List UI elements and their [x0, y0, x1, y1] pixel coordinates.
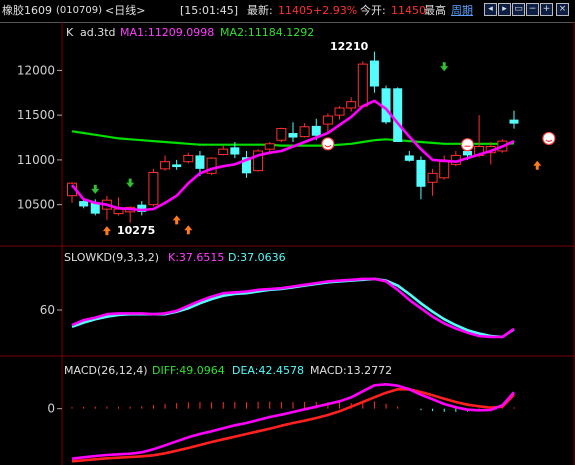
- price-tick-label: 11000: [17, 153, 55, 167]
- buy-arrow-icon: [533, 160, 542, 170]
- kd-label: SLOWKD(9,3,3,2): [64, 251, 160, 264]
- price-tick-label: 12000: [17, 63, 55, 77]
- candle-body-down: [288, 133, 298, 138]
- k-label: K: [66, 26, 74, 39]
- neutral-face-icon: [460, 138, 475, 152]
- candle-body-up: [148, 171, 159, 206]
- kline-chart[interactable]: 10500 11000 11500 12000 60 0: [0, 0, 575, 465]
- candle-body-up: [183, 154, 194, 163]
- candle-body-down: [195, 155, 205, 169]
- kd-lines: [71, 277, 515, 339]
- sell-arrow-icon: [91, 184, 100, 194]
- candle-body-up: [439, 161, 450, 179]
- macd-diff-label: DIFF:49.0964: [152, 364, 225, 377]
- candle-body-up: [264, 143, 275, 150]
- macd-diff-series: [71, 382, 515, 460]
- macd-dea-series: [71, 387, 515, 463]
- signal-markers: [91, 62, 556, 236]
- candle-body-down: [369, 60, 379, 87]
- candle-body-down: [311, 125, 321, 136]
- kd-k-label: K:37.6515: [168, 251, 225, 264]
- high-annotation: 12210: [330, 40, 369, 53]
- buy-arrow-icon: [102, 226, 111, 236]
- candle-body-down: [462, 150, 472, 156]
- candle-body-down: [404, 155, 414, 161]
- candle-body-up: [322, 115, 333, 125]
- buy-arrow-icon: [172, 215, 181, 225]
- low-annotation: 10275: [117, 224, 156, 237]
- macd-grid: 0: [47, 402, 62, 416]
- panel-frames: [0, 22, 575, 465]
- buy-arrow-icon: [184, 225, 193, 235]
- candle-body-up: [160, 161, 171, 170]
- sell-arrow-icon: [126, 178, 135, 188]
- candle-body-down: [509, 119, 519, 124]
- macd-histogram: [71, 401, 515, 412]
- candle-body-down: [416, 159, 426, 187]
- ma2-label: MA2:11184.1292: [220, 26, 315, 39]
- kd-grid: 60: [40, 303, 62, 317]
- macd-label: MACD(26,12,4): [64, 364, 148, 377]
- price-tick-label: 10500: [17, 198, 55, 212]
- candle-body-up: [357, 63, 368, 107]
- candle-body-up: [113, 208, 124, 215]
- ma1-line: [70, 99, 515, 212]
- sell-arrow-icon: [440, 62, 449, 72]
- macd-lines: [71, 382, 515, 463]
- candle-body-down: [393, 88, 403, 142]
- smiley-face-icon: [321, 137, 335, 151]
- price-axis: 10500 11000 11500 12000: [17, 63, 62, 212]
- macd-tick-label: 0: [47, 402, 55, 416]
- kd-d-label: D:37.0636: [228, 251, 286, 264]
- candlesticks: [67, 51, 519, 223]
- candle-body-up: [346, 101, 357, 109]
- candle-body-up: [299, 126, 310, 138]
- indicator-name: ad.3td: [80, 26, 116, 39]
- candle-body-up: [334, 107, 345, 116]
- macd-value-label: MACD:13.2772: [310, 364, 393, 377]
- candle-body-up: [427, 172, 438, 183]
- kd-k-series: [71, 277, 515, 339]
- price-tick-label: 11500: [17, 108, 55, 122]
- kd-tick-label: 60: [40, 303, 55, 317]
- smiley-face-icon: [542, 131, 556, 146]
- macd-dea-label: DEA:42.4578: [232, 364, 304, 377]
- ma1-label: MA1:11209.0998: [120, 26, 215, 39]
- candle-body-down: [230, 147, 240, 155]
- candle-body-up: [218, 148, 229, 156]
- candle-body-down: [172, 164, 182, 168]
- candle-body-up: [276, 128, 287, 141]
- ma1-series: [70, 99, 515, 212]
- candle-body-down: [79, 201, 89, 207]
